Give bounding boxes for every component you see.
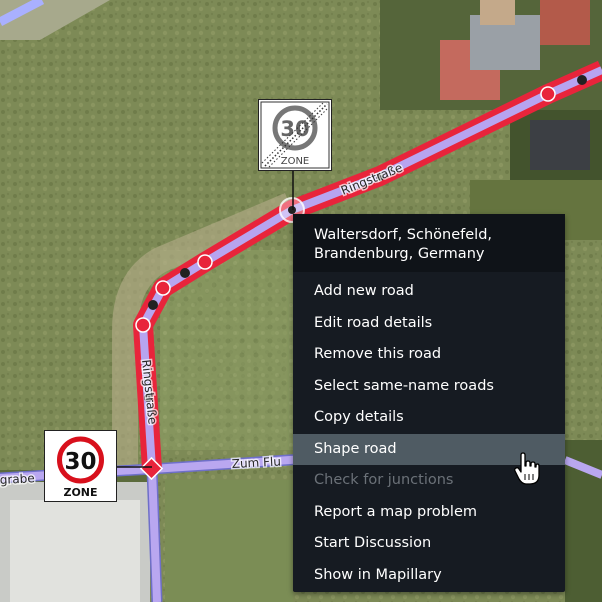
end-30-zone-sign-icon: 30 ZONE xyxy=(260,101,330,169)
traffic-sign-end-30-zone[interactable]: 30 ZONE xyxy=(258,99,332,171)
house-roof xyxy=(540,0,590,45)
menu-item-start-discussion[interactable]: Start Discussion xyxy=(293,528,565,560)
menu-item-copy-details[interactable]: Copy details xyxy=(293,402,565,434)
menu-list: Add new road Edit road details Remove th… xyxy=(293,272,565,591)
house-roof xyxy=(530,120,590,170)
svg-text:ZONE: ZONE xyxy=(281,156,310,167)
menu-item-report-map-problem[interactable]: Report a map problem xyxy=(293,497,565,529)
menu-location-header: Waltersdorf, Schönefeld, Brandenburg, Ge… xyxy=(293,214,565,272)
hand-pointer-icon xyxy=(514,452,540,485)
street-label-zum-flu: Zum Flu xyxy=(231,454,281,471)
vertex-node[interactable] xyxy=(197,254,213,270)
menu-item-show-in-mapillary[interactable]: Show in Mapillary xyxy=(293,560,565,592)
30-zone-sign-icon: 30 ZONE xyxy=(57,436,104,499)
street-label-grabe: grabe xyxy=(0,471,35,487)
menu-item-remove-this-road[interactable]: Remove this road xyxy=(293,339,565,371)
context-menu: Waltersdorf, Schönefeld, Brandenburg, Ge… xyxy=(293,214,565,592)
menu-item-edit-road-details[interactable]: Edit road details xyxy=(293,308,565,340)
location-line-2: Brandenburg, Germany xyxy=(314,246,485,262)
menu-item-add-new-road[interactable]: Add new road xyxy=(293,276,565,308)
svg-text:30: 30 xyxy=(64,449,96,475)
vertex-node[interactable] xyxy=(577,75,587,85)
vertex-node[interactable] xyxy=(155,280,171,296)
road-south[interactable] xyxy=(148,468,161,602)
vertex-node[interactable] xyxy=(180,268,190,278)
location-line-1: Waltersdorf, Schönefeld, xyxy=(314,227,493,243)
vertex-node[interactable] xyxy=(540,86,556,102)
svg-text:ZONE: ZONE xyxy=(63,486,97,499)
menu-item-select-same-name-roads[interactable]: Select same-name roads xyxy=(293,371,565,403)
vertex-node[interactable] xyxy=(148,300,158,310)
vertex-node[interactable] xyxy=(135,317,151,333)
traffic-sign-30-zone[interactable]: 30 ZONE xyxy=(44,430,117,502)
